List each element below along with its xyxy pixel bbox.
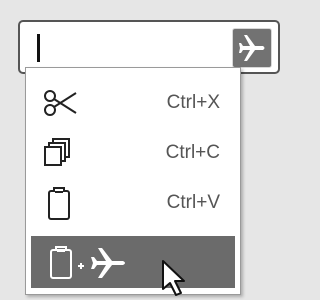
shortcut-label: Ctrl+V: [166, 192, 220, 213]
clipboard-icon: [48, 187, 70, 220]
menu-item-copy[interactable]: Ctrl+C: [26, 128, 240, 178]
shortcut-label: Ctrl+C: [165, 142, 220, 163]
shortcut-label: Ctrl+X: [166, 92, 220, 113]
text-caret: [37, 34, 40, 62]
airplane-icon: [239, 35, 265, 61]
menu-item-paste[interactable]: Ctrl+V: [26, 178, 240, 228]
copy-icon: [44, 138, 70, 166]
context-menu: Ctrl+X Ctrl+C Ctrl+V: [25, 67, 241, 295]
clipboard-plus-airplane-icon: [50, 246, 125, 279]
menu-item-cut[interactable]: Ctrl+X: [26, 78, 240, 128]
mouse-pointer-icon: [162, 260, 185, 296]
go-button[interactable]: [232, 28, 272, 68]
menu-item-paste-and-go[interactable]: [31, 236, 235, 288]
scissors-icon: [44, 90, 77, 116]
